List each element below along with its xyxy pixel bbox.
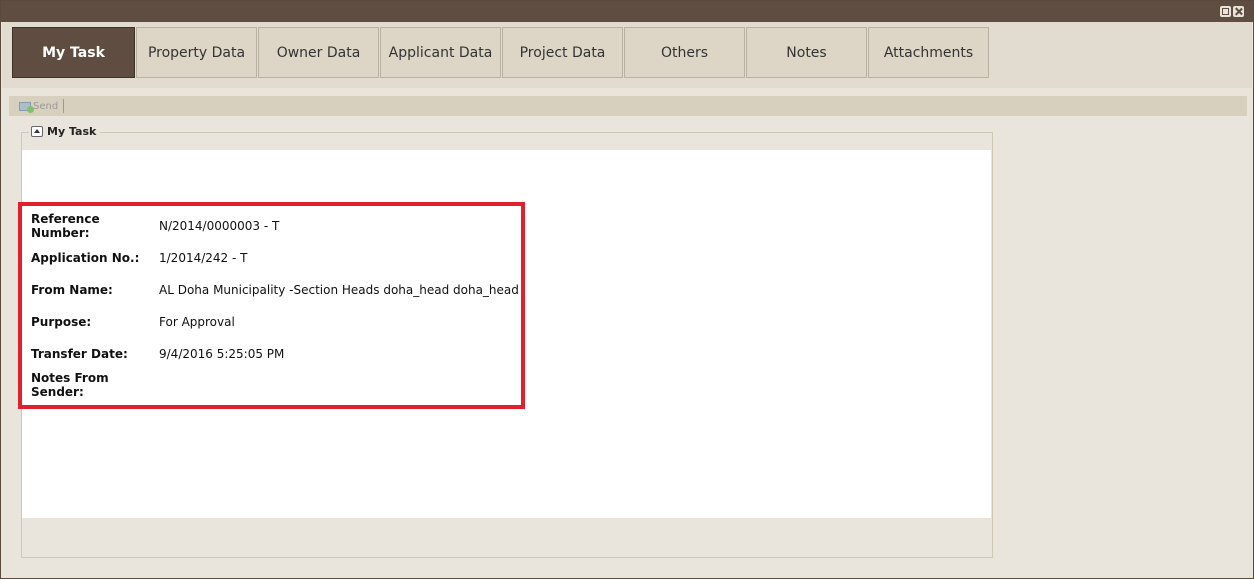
send-mail-icon	[19, 101, 34, 113]
reference-number-row: Reference Number: N/2014/0000003 - T	[31, 212, 280, 240]
toolbar: Send	[9, 96, 1247, 116]
reference-number-label: Reference Number:	[31, 212, 100, 240]
tab-owner-data[interactable]: Owner Data	[258, 27, 379, 78]
transfer-date-value: 9/4/2016 5:25:05 PM	[159, 347, 285, 361]
from-name-value: AL Doha Municipality -Section Heads doha…	[159, 283, 519, 297]
from-name-label: From Name:	[31, 283, 113, 297]
send-button[interactable]: Send	[19, 100, 59, 113]
tab-strip: My Task Property Data Owner Data Applica…	[2, 22, 1252, 88]
transfer-date-row: Transfer Date: 9/4/2016 5:25:05 PM	[31, 346, 284, 362]
tab-attachments[interactable]: Attachments	[868, 27, 989, 78]
from-name-row: From Name: AL Doha Municipality -Section…	[31, 282, 519, 298]
tab-project-data[interactable]: Project Data	[502, 27, 623, 78]
purpose-label: Purpose:	[31, 315, 92, 329]
application-no-row: Application No.: 1/2014/242 - T	[31, 250, 247, 266]
my-task-group-header: My Task	[29, 125, 101, 138]
notes-from-sender-row: Notes From Sender:	[31, 371, 159, 399]
notes-from-sender-label: Notes From Sender:	[31, 371, 109, 399]
tab-others[interactable]: Others	[624, 27, 745, 78]
window-titlebar	[1, 1, 1253, 22]
collapse-icon[interactable]	[31, 126, 43, 137]
send-button-label: Send	[33, 100, 59, 112]
purpose-row: Purpose: For Approval	[31, 314, 235, 330]
application-no-value: 1/2014/242 - T	[159, 251, 248, 265]
tab-notes[interactable]: Notes	[746, 27, 867, 78]
application-no-label: Application No.:	[31, 251, 140, 265]
tab-my-task[interactable]: My Task	[12, 27, 135, 78]
reference-number-value: N/2014/0000003 - T	[159, 219, 280, 233]
toolbar-separator	[63, 99, 65, 113]
close-window-icon[interactable]	[1233, 6, 1244, 17]
purpose-value: For Approval	[159, 315, 235, 329]
my-task-group-title: My Task	[47, 125, 97, 138]
tab-property-data[interactable]: Property Data	[136, 27, 257, 78]
tab-applicant-data[interactable]: Applicant Data	[380, 27, 501, 78]
transfer-date-label: Transfer Date:	[31, 347, 128, 361]
restore-window-icon[interactable]	[1220, 6, 1231, 17]
app-window: My Task Property Data Owner Data Applica…	[0, 0, 1254, 579]
